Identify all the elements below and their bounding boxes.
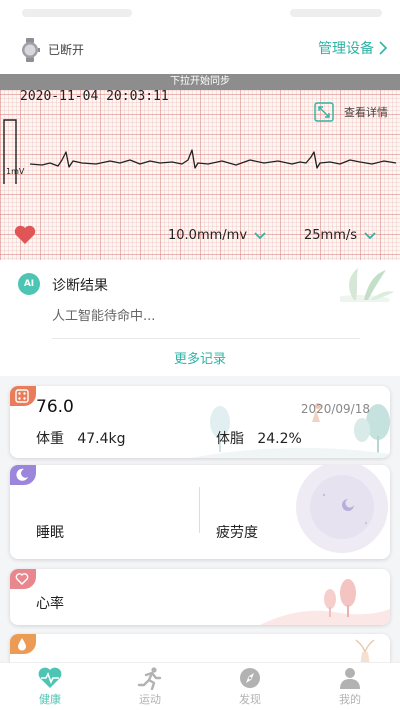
gain-value: 10.0mm/mv <box>168 228 248 243</box>
device-connection-status: 已断开 <box>48 43 85 57</box>
diagnosis-section: AI 诊断结果 人工智能待命中... 更多记录 <box>0 260 400 376</box>
tab-discover[interactable]: 发现 <box>200 663 300 710</box>
running-icon <box>137 667 162 690</box>
health-home-screen: 已断开 管理设备 下拉开始同步 2020-11-04 20:03:11 查看详情… <box>0 0 400 710</box>
sleep-label: 睡眠 <box>36 525 64 541</box>
gain-dropdown[interactable]: 10.0mm/mv <box>168 228 267 243</box>
drop-icon <box>18 638 26 651</box>
status-bar <box>0 0 400 26</box>
status-bar-right-blur <box>290 9 382 17</box>
diagnosis-text: 人工智能待命中... <box>52 309 156 324</box>
speed-value: 25mm/s <box>304 228 358 243</box>
tab-sport[interactable]: 运动 <box>100 663 200 710</box>
calibration-label: 1mV <box>6 167 25 176</box>
weight-main-value: 76.0 <box>36 397 74 417</box>
moon-icon <box>16 468 28 481</box>
tab-health-label: 健康 <box>39 693 61 706</box>
ecg-waveform <box>3 119 397 184</box>
tab-health[interactable]: 健康 <box>0 663 100 710</box>
chevron-down-icon <box>254 231 266 239</box>
device-header: 已断开 管理设备 <box>0 26 400 74</box>
weight-badge <box>10 386 36 406</box>
heart-icon <box>14 225 36 244</box>
heart-rate-label: 心率 <box>36 596 64 612</box>
body-fat-value: 24.2% <box>257 431 302 447</box>
person-icon <box>340 668 360 689</box>
diagnosis-title: 诊断结果 <box>52 278 108 294</box>
heart-outline-icon <box>15 573 29 585</box>
divider <box>199 487 200 533</box>
heart-rate-card[interactable]: 心率 <box>10 569 390 625</box>
heart-pulse-icon <box>38 667 62 688</box>
ecg-timestamp: 2020-11-04 20:03:11 <box>20 89 169 104</box>
body-fat-metric: 体脂 24.2% <box>216 428 302 448</box>
sleep-card[interactable]: 睡眠 疲劳度 <box>10 465 390 559</box>
bottom-tab-bar: 健康 运动 发现 我的 <box>0 662 400 710</box>
partial-card-badge <box>10 634 36 654</box>
plant-decoration <box>340 268 394 302</box>
weight-label: 体重 <box>36 431 64 447</box>
weight-value: 47.4kg <box>77 431 126 447</box>
body-fat-label: 体脂 <box>216 431 244 447</box>
manage-device-button[interactable]: 管理设备 <box>318 38 388 58</box>
weight-metric: 体重 47.4kg <box>36 428 126 448</box>
tab-discover-label: 发现 <box>239 693 261 706</box>
night-sky-decoration <box>296 465 388 553</box>
sleep-badge <box>10 465 36 485</box>
manage-device-label: 管理设备 <box>318 41 374 57</box>
more-records-link[interactable]: 更多记录 <box>0 348 400 367</box>
pull-to-sync-banner: 下拉开始同步 <box>0 74 400 90</box>
fatigue-label: 疲劳度 <box>216 525 258 541</box>
compass-icon <box>240 668 260 688</box>
weight-card[interactable]: 76.0 2020/09/18 体重 47.4kg 体脂 24.2% <box>10 386 390 458</box>
heart-rate-badge <box>10 569 36 589</box>
divider <box>52 338 360 339</box>
status-bar-left-blur <box>22 9 132 17</box>
smartwatch-icon <box>22 38 40 62</box>
calibration-mark: 1mV <box>6 167 25 176</box>
hills-decoration <box>260 579 390 625</box>
tab-sport-label: 运动 <box>139 693 161 706</box>
speed-dropdown[interactable]: 25mm/s <box>304 228 377 243</box>
weight-date: 2020/09/18 <box>300 402 370 416</box>
scale-icon <box>15 389 29 403</box>
tab-mine-label: 我的 <box>339 693 361 706</box>
ai-badge: AI <box>18 273 40 295</box>
ecg-panel[interactable]: 下拉开始同步 2020-11-04 20:03:11 查看详情 1mV 10.0… <box>0 74 400 260</box>
chevron-down-icon <box>364 231 376 239</box>
tab-mine[interactable]: 我的 <box>300 663 400 710</box>
chevron-right-icon <box>379 41 388 55</box>
